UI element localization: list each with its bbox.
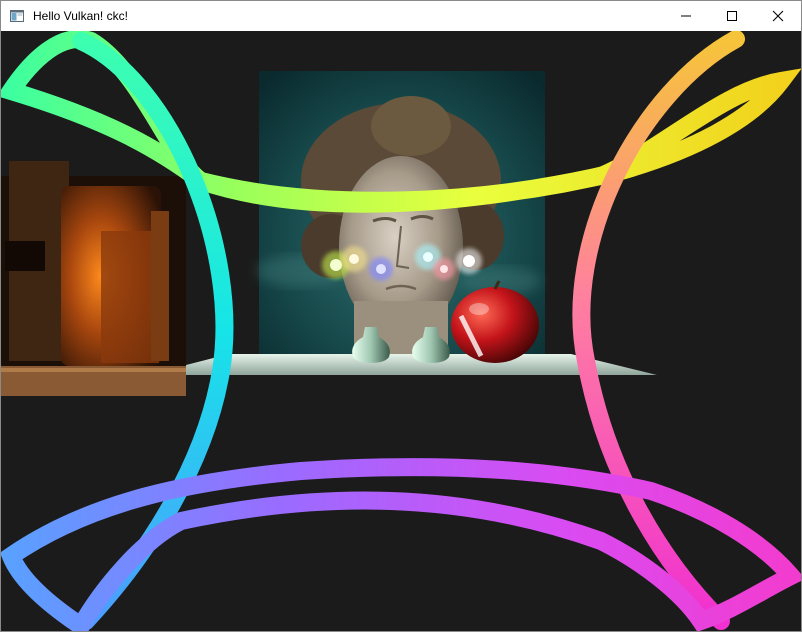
close-button[interactable]: [755, 1, 801, 31]
maximize-button[interactable]: [709, 1, 755, 31]
render-viewport[interactable]: [1, 31, 801, 631]
maximize-icon: [727, 11, 737, 21]
caption-buttons: [663, 1, 801, 31]
title-bar[interactable]: Hello Vulkan! ckc!: [1, 1, 801, 31]
app-icon: [10, 10, 24, 22]
minimize-button[interactable]: [663, 1, 709, 31]
minimize-icon: [681, 15, 691, 17]
window-title: Hello Vulkan! ckc!: [33, 9, 128, 23]
app-window: Hello Vulkan! ckc!: [0, 0, 802, 632]
close-icon: [772, 10, 784, 22]
scene-render: [1, 31, 801, 631]
wooden-cabinet: [1, 161, 186, 396]
